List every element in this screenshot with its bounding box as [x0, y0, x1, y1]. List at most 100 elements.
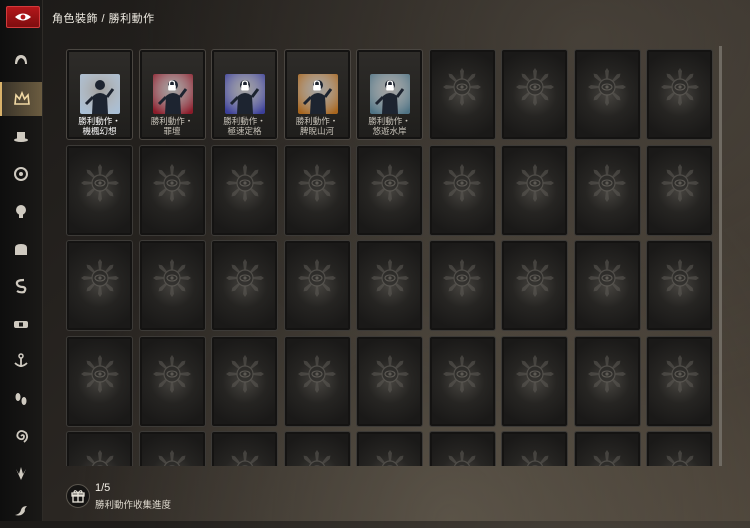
empty-slot-card[interactable] [211, 144, 278, 236]
empty-slot-card[interactable] [646, 431, 713, 466]
empty-slot-card[interactable] [283, 431, 351, 466]
emblem-icon [588, 259, 626, 298]
card-label: 勝利動作・ 機楓幻想 [67, 116, 132, 136]
empty-slot-card[interactable] [356, 335, 423, 427]
lock-icon [240, 80, 249, 91]
sidebar-item-face-accessory[interactable] [0, 157, 42, 191]
sidebar-item-snake[interactable] [0, 269, 42, 303]
empty-slot-card[interactable] [138, 431, 206, 466]
body-icon [15, 243, 27, 255]
victory-pose-card[interactable]: 勝利動作・ 機楓幻想 [66, 49, 133, 140]
back-button[interactable] [6, 6, 40, 28]
empty-slot-card[interactable] [211, 335, 278, 427]
emblem-icon [660, 163, 699, 202]
empty-slot-card[interactable] [428, 431, 496, 466]
empty-slot-card[interactable] [66, 144, 133, 236]
emblem-icon [666, 450, 693, 466]
sidebar-item-belt[interactable] [0, 307, 42, 341]
sidebar-item-dragon[interactable] [0, 494, 42, 528]
card-label-line2: 脾睨山河 [299, 126, 334, 136]
gift-icon [66, 484, 90, 508]
sidebar-item-hat[interactable] [0, 119, 42, 153]
empty-slot-card[interactable] [501, 431, 568, 466]
emblem-icon [225, 259, 264, 298]
empty-slot-card[interactable] [66, 431, 133, 466]
sidebar-item-head[interactable] [0, 194, 42, 228]
emblem-icon [521, 450, 548, 466]
scrollbar[interactable] [719, 46, 722, 466]
empty-slot-card[interactable] [66, 240, 133, 331]
empty-slot-card[interactable] [428, 335, 496, 427]
empty-slot-card[interactable] [646, 335, 713, 427]
victory-pose-card[interactable]: 勝利動作・ 極速定格 [211, 49, 278, 140]
empty-slot-card[interactable] [211, 431, 278, 466]
sidebar-item-footprint[interactable] [0, 382, 42, 416]
empty-slot-card[interactable] [501, 240, 568, 331]
victory-pose-card[interactable]: 勝利動作・ 悠遊水岸 [356, 49, 423, 140]
emblem-icon [443, 68, 481, 107]
lock-icon [385, 80, 394, 91]
scrollbar-thumb[interactable] [719, 46, 722, 466]
empty-slot-card[interactable] [356, 240, 423, 331]
empty-slot-card[interactable] [356, 431, 423, 466]
emblem-icon [443, 163, 481, 202]
emblem-icon [593, 450, 621, 466]
empty-slot-card[interactable] [283, 335, 351, 427]
empty-slot-card[interactable] [138, 144, 206, 236]
victory-pose-card[interactable]: 勝利動作・ 罪壇 [138, 49, 206, 140]
sidebar-item-crown[interactable] [0, 81, 42, 116]
sidebar-item-spiral[interactable] [0, 419, 42, 453]
empty-slot-card[interactable] [428, 144, 496, 236]
empty-slot-card[interactable] [573, 49, 641, 140]
empty-slot-card[interactable] [138, 335, 206, 427]
empty-slot-card[interactable] [428, 240, 496, 331]
emblem-icon [225, 354, 264, 393]
emblem-icon [448, 450, 476, 466]
empty-slot-card[interactable] [283, 144, 351, 236]
empty-slot-card[interactable] [573, 431, 641, 466]
emblem-icon [515, 259, 554, 298]
emblem-icon [660, 68, 699, 107]
emblem-icon [298, 354, 336, 393]
emblem-icon [231, 450, 258, 466]
empty-slot-card[interactable] [428, 49, 496, 140]
empty-slot-card[interactable] [66, 335, 133, 427]
card-label-line1: 勝利動作・ [295, 116, 339, 126]
emblem-icon [660, 354, 699, 393]
sidebar-item-anchor[interactable] [0, 344, 42, 378]
anchor-icon [14, 353, 28, 367]
card-label: 勝利動作・ 脾睨山河 [285, 116, 350, 136]
empty-slot-card[interactable] [211, 240, 278, 331]
empty-slot-card[interactable] [138, 240, 206, 331]
emblem-icon [153, 354, 191, 393]
empty-slot-card[interactable] [501, 49, 568, 140]
sidebar-item-hair[interactable] [0, 44, 42, 78]
victory-pose-card[interactable]: 勝利動作・ 脾睨山河 [283, 49, 351, 140]
sidebar-item-wings[interactable] [0, 457, 42, 491]
empty-slot-card[interactable] [501, 335, 568, 427]
wings-icon [16, 466, 26, 480]
thumbnail [80, 74, 120, 114]
card-label-line2: 極速定格 [227, 126, 262, 136]
empty-slot-card[interactable] [573, 144, 641, 236]
emblem-icon [443, 354, 481, 393]
empty-slot-card[interactable] [501, 144, 568, 236]
empty-slot-card[interactable] [356, 144, 423, 236]
sidebar-item-body[interactable] [0, 232, 42, 266]
hair-icon [15, 55, 27, 64]
card-label-line2: 悠遊水岸 [372, 126, 407, 136]
card-label-line1: 勝利動作・ [368, 116, 411, 126]
sidebar [0, 0, 43, 521]
emblem-icon [86, 450, 113, 466]
crown-icon [14, 90, 30, 105]
empty-slot-card[interactable] [283, 240, 351, 331]
empty-slot-card[interactable] [646, 49, 713, 140]
empty-slot-card[interactable] [646, 240, 713, 331]
empty-slot-card[interactable] [646, 144, 713, 236]
empty-slot-card[interactable] [573, 240, 641, 331]
emblem-icon [80, 163, 119, 202]
empty-slot-card[interactable] [573, 335, 641, 427]
lock-icon [168, 80, 176, 91]
emblem-icon [370, 163, 409, 202]
emblem-icon [298, 259, 336, 298]
